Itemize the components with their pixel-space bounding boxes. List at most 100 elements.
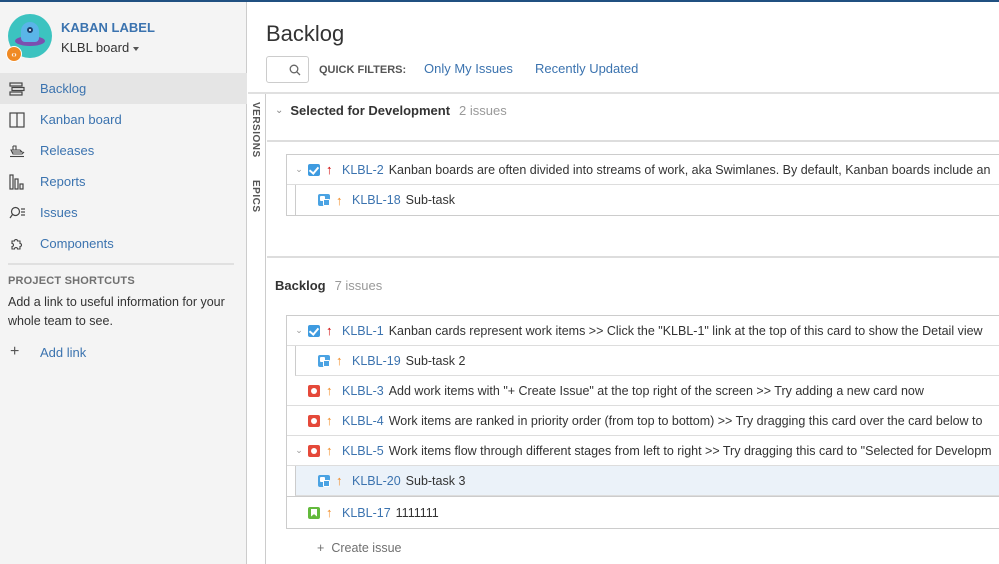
caret-down-icon bbox=[133, 46, 140, 51]
sidebar-item-reports[interactable]: Reports bbox=[0, 166, 247, 197]
board-selector[interactable]: KLBL board bbox=[61, 40, 140, 55]
project-header: ‹› KABAN LABEL KLBL board bbox=[6, 14, 238, 64]
sidebar-item-label: Reports bbox=[40, 174, 86, 189]
sidebar-item-components[interactable]: Components bbox=[0, 228, 247, 259]
priority-medium-icon: ↑ bbox=[326, 505, 333, 520]
chevron-down-icon[interactable]: ⌄ bbox=[292, 325, 306, 336]
issue-key[interactable]: KLBL-5 bbox=[342, 444, 384, 458]
issue-row[interactable]: ↑ KLBL-17 1111111 bbox=[287, 496, 999, 528]
issue-key[interactable]: KLBL-17 bbox=[342, 506, 391, 520]
subtask-row-selected[interactable]: ↑ KLBL-20 Sub-task 3 bbox=[295, 466, 999, 496]
issue-summary: Sub-task 2 bbox=[405, 353, 466, 368]
issue-row[interactable]: ⌄ ↑ KLBL-5 Work items flow through diffe… bbox=[287, 436, 999, 466]
search-icon bbox=[289, 64, 301, 76]
sidebar-item-releases[interactable]: Releases bbox=[0, 135, 247, 166]
chevron-down-icon[interactable]: ⌄ bbox=[292, 164, 306, 175]
avatar-eye-shape bbox=[27, 27, 33, 33]
issue-row[interactable]: ⌄ ↑ KLBL-1 Kanban cards represent work i… bbox=[287, 316, 999, 346]
issue-count: 2 issues bbox=[459, 103, 507, 118]
priority-medium-icon: ↑ bbox=[336, 192, 343, 208]
issue-key[interactable]: KLBL-18 bbox=[352, 193, 401, 207]
add-link-button[interactable]: + Add link bbox=[8, 343, 234, 361]
issue-summary: Add work items with "+ Create Issue" at … bbox=[388, 383, 924, 398]
bug-type-icon bbox=[308, 444, 320, 457]
issue-key[interactable]: KLBL-4 bbox=[342, 414, 384, 428]
subtask-row[interactable]: ↑ KLBL-19 Sub-task 2 bbox=[295, 346, 999, 376]
priority-medium-icon: ↑ bbox=[326, 443, 333, 458]
priority-high-icon: ↑ bbox=[326, 162, 333, 177]
backlog-content: ⌄ Selected for Development 2 issues ⌄ ↑ … bbox=[267, 94, 999, 564]
add-link-label: Add link bbox=[40, 344, 87, 360]
priority-medium-icon: ↑ bbox=[336, 473, 343, 488]
issue-summary: Sub-task 3 bbox=[405, 473, 466, 488]
quick-filter-recently-updated[interactable]: Recently Updated bbox=[535, 61, 638, 76]
subtask-type-icon bbox=[318, 194, 330, 206]
sidebar-item-kanban-board[interactable]: Kanban board bbox=[0, 104, 247, 135]
issue-list-selected: ⌄ ↑ KLBL-2 Kanban boards are often divid… bbox=[286, 154, 999, 216]
issue-summary: Kanban boards are often divided into str… bbox=[388, 162, 991, 177]
priority-medium-icon: ↑ bbox=[326, 383, 333, 398]
section-name: Backlog bbox=[275, 278, 326, 293]
issue-row[interactable]: ↑ KLBL-3 Add work items with "+ Create I… bbox=[287, 376, 999, 406]
project-sidebar: ‹› KABAN LABEL KLBL board Backlog Kanban… bbox=[0, 2, 247, 564]
sidebar-item-backlog[interactable]: Backlog bbox=[0, 73, 247, 104]
section-header-selected-for-development[interactable]: ⌄ Selected for Development 2 issues bbox=[275, 103, 507, 118]
chevron-down-icon[interactable]: ⌄ bbox=[292, 445, 306, 456]
sidebar-item-label: Issues bbox=[40, 205, 78, 220]
project-shortcuts: PROJECT SHORTCUTS Add a link to useful i… bbox=[8, 263, 234, 361]
plus-icon: + bbox=[10, 343, 20, 360]
subtask-row[interactable]: ↑ KLBL-18 Sub-task bbox=[295, 185, 999, 215]
backlog-icon bbox=[8, 80, 26, 98]
ship-icon bbox=[8, 142, 26, 160]
issue-summary: Work items are ranked in priority order … bbox=[388, 413, 983, 428]
puzzle-icon bbox=[8, 235, 26, 253]
sidebar-item-label: Releases bbox=[40, 143, 95, 158]
tab-versions[interactable]: VERSIONS bbox=[250, 102, 261, 158]
subtask-type-icon bbox=[318, 354, 330, 367]
issue-key[interactable]: KLBL-3 bbox=[342, 384, 384, 398]
issue-row[interactable]: ⌄ ↑ KLBL-2 Kanban boards are often divid… bbox=[287, 155, 999, 185]
issue-key[interactable]: KLBL-2 bbox=[342, 163, 384, 177]
section-divider bbox=[267, 256, 999, 258]
priority-high-icon: ↑ bbox=[326, 323, 333, 338]
bug-type-icon bbox=[308, 414, 320, 427]
project-name[interactable]: KABAN LABEL bbox=[61, 20, 155, 35]
quick-filters-label: QUICK FILTERS: bbox=[319, 64, 407, 76]
shortcuts-title: PROJECT SHORTCUTS bbox=[8, 275, 135, 287]
reports-icon bbox=[8, 173, 26, 191]
tab-epics[interactable]: EPICS bbox=[250, 180, 261, 213]
sidebar-item-label: Backlog bbox=[40, 81, 87, 96]
page-title: Backlog bbox=[266, 21, 345, 46]
issue-summary: Work items flow through different stages… bbox=[388, 443, 992, 458]
plus-icon: + bbox=[317, 541, 325, 555]
sidebar-item-label: Kanban board bbox=[40, 112, 122, 127]
issue-count: 7 issues bbox=[334, 278, 383, 293]
story-type-icon bbox=[308, 324, 320, 337]
issue-summary: 1111111 bbox=[395, 505, 439, 520]
issue-row[interactable]: ↑ KLBL-4 Work items are ranked in priori… bbox=[287, 406, 999, 436]
software-project-badge-icon: ‹› bbox=[6, 46, 22, 62]
issue-key[interactable]: KLBL-20 bbox=[352, 474, 401, 488]
priority-medium-icon: ↑ bbox=[336, 353, 343, 368]
priority-medium-icon: ↑ bbox=[326, 413, 333, 428]
issue-key[interactable]: KLBL-19 bbox=[352, 354, 401, 368]
sidebar-item-label: Components bbox=[40, 236, 114, 251]
section-divider bbox=[267, 140, 999, 142]
issue-summary: Sub-task bbox=[405, 193, 455, 207]
create-issue-label: Create issue bbox=[331, 541, 402, 555]
board-icon bbox=[8, 111, 26, 129]
story-type-icon bbox=[308, 163, 320, 176]
side-panel-tabs: VERSIONS EPICS bbox=[248, 94, 266, 564]
sidebar-nav: Backlog Kanban board Releases Reports Is… bbox=[0, 73, 247, 259]
bug-type-icon bbox=[308, 384, 320, 397]
quick-filter-only-my-issues[interactable]: Only My Issues bbox=[424, 61, 513, 76]
improvement-type-icon bbox=[308, 506, 320, 519]
section-header-backlog[interactable]: Backlog 7 issues bbox=[275, 278, 382, 293]
subtask-type-icon bbox=[318, 474, 330, 487]
backlog-main: Backlog QUICK FILTERS: Only My Issues Re… bbox=[248, 2, 999, 564]
search-input[interactable] bbox=[266, 56, 309, 83]
sidebar-item-issues[interactable]: Issues bbox=[0, 197, 247, 228]
issue-key[interactable]: KLBL-1 bbox=[342, 324, 384, 338]
section-name: Selected for Development bbox=[290, 103, 451, 118]
create-issue-button[interactable]: + Create issue bbox=[317, 541, 402, 555]
